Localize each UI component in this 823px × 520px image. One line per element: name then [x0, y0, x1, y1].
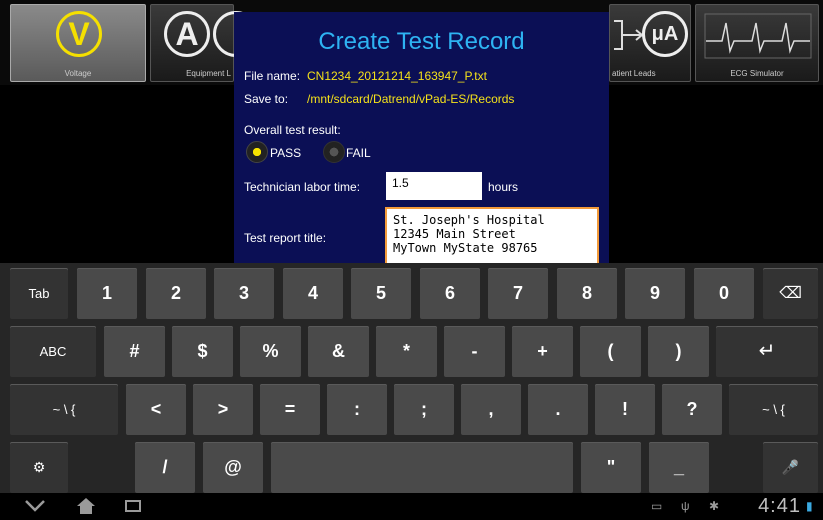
- key-alt-symbols-left[interactable]: ~ \ {: [10, 384, 118, 435]
- key-9[interactable]: 9: [625, 268, 685, 319]
- key-2[interactable]: 2: [146, 268, 206, 319]
- tool-equipment-label: Equipment L: [186, 69, 231, 78]
- key-ampersand[interactable]: &: [308, 326, 369, 377]
- system-nav-bar: ▭ ψ ✱ 4:41 ▮: [0, 493, 823, 520]
- tool-ecg-label: ECG Simulator: [730, 69, 784, 78]
- tool-equipment-leakage[interactable]: A Equipment L: [150, 4, 259, 82]
- labor-time-input[interactable]: 1.5: [386, 172, 482, 200]
- key-semicolon[interactable]: ;: [394, 384, 454, 435]
- key-colon[interactable]: :: [327, 384, 387, 435]
- settings-key-icon[interactable]: ⚙: [10, 442, 68, 493]
- key-space[interactable]: [271, 442, 573, 493]
- labor-time-unit: hours: [488, 180, 519, 194]
- key-minus[interactable]: -: [444, 326, 505, 377]
- key-slash[interactable]: /: [135, 442, 195, 493]
- fail-label: FAIL: [346, 146, 371, 160]
- key-dollar[interactable]: $: [172, 326, 233, 377]
- key-enter[interactable]: ↵: [716, 326, 818, 377]
- key-hash[interactable]: #: [104, 326, 165, 377]
- pass-radio[interactable]: [246, 141, 268, 163]
- current-icon: A: [164, 11, 210, 57]
- key-7[interactable]: 7: [488, 268, 548, 319]
- android-debug-icon: ✱: [709, 499, 720, 513]
- key-5[interactable]: 5: [351, 268, 411, 319]
- onscreen-keyboard: Tab 1 2 3 4 5 6 7 8 9 0 ⌫ ABC # $ % & * …: [0, 263, 823, 493]
- key-exclamation[interactable]: !: [595, 384, 655, 435]
- pass-label: PASS: [270, 146, 302, 160]
- home-icon[interactable]: [76, 497, 96, 515]
- key-1[interactable]: 1: [77, 268, 137, 319]
- key-at[interactable]: @: [203, 442, 263, 493]
- ecg-waveform-icon: [704, 13, 812, 59]
- tool-patient-leads-label: atient Leads: [612, 69, 656, 78]
- key-close-paren[interactable]: ): [648, 326, 709, 377]
- report-title-textarea[interactable]: St. Joseph's Hospital 12345 Main Street …: [385, 207, 599, 263]
- usb-icon: ψ: [681, 499, 690, 513]
- tool-voltage[interactable]: V Voltage: [10, 4, 146, 82]
- voltage-icon: V: [56, 11, 102, 57]
- key-quote[interactable]: ": [581, 442, 641, 493]
- key-3[interactable]: 3: [214, 268, 274, 319]
- key-asterisk[interactable]: *: [376, 326, 437, 377]
- lead-connector-icon: [614, 20, 644, 50]
- key-less-than[interactable]: <: [126, 384, 186, 435]
- microamp-icon: μA: [642, 11, 688, 57]
- key-8[interactable]: 8: [557, 268, 617, 319]
- microphone-key-icon[interactable]: 🎤: [763, 442, 818, 493]
- create-test-record-dialog: Create Test Record File name: CN1234_201…: [234, 12, 609, 263]
- save-to-label: Save to:: [244, 92, 289, 106]
- key-underscore[interactable]: _: [649, 442, 709, 493]
- key-period[interactable]: .: [528, 384, 588, 435]
- key-question[interactable]: ?: [662, 384, 722, 435]
- labor-time-label: Technician labor time:: [244, 180, 361, 194]
- key-greater-than[interactable]: >: [193, 384, 253, 435]
- fail-radio[interactable]: [323, 141, 345, 163]
- battery-icon: ▮: [806, 499, 813, 513]
- clock: 4:41: [758, 495, 801, 517]
- tool-ecg-simulator[interactable]: ECG Simulator: [695, 4, 819, 82]
- recent-apps-icon[interactable]: [125, 500, 141, 512]
- tool-patient-leads[interactable]: μA atient Leads: [609, 4, 691, 82]
- key-0[interactable]: 0: [694, 268, 754, 319]
- key-6[interactable]: 6: [420, 268, 480, 319]
- key-abc[interactable]: ABC: [10, 326, 96, 377]
- key-equals[interactable]: =: [260, 384, 320, 435]
- key-backspace[interactable]: ⌫: [763, 268, 818, 319]
- key-comma[interactable]: ,: [461, 384, 521, 435]
- overall-result-label: Overall test result:: [244, 123, 341, 137]
- dialog-title: Create Test Record: [318, 28, 525, 55]
- key-percent[interactable]: %: [240, 326, 301, 377]
- key-alt-symbols-right[interactable]: ~ \ {: [729, 384, 818, 435]
- key-4[interactable]: 4: [283, 268, 343, 319]
- keyboard-status-icon: ▭: [651, 499, 663, 513]
- file-name-value: CN1234_20121214_163947_P.txt: [307, 69, 487, 83]
- tool-voltage-label: Voltage: [64, 69, 92, 78]
- save-to-value: /mnt/sdcard/Datrend/vPad-ES/Records: [307, 92, 515, 106]
- report-title-label: Test report title:: [244, 231, 327, 245]
- key-tab[interactable]: Tab: [10, 268, 68, 319]
- key-plus[interactable]: +: [512, 326, 573, 377]
- file-name-label: File name:: [244, 69, 301, 83]
- back-chevron-icon[interactable]: [24, 499, 46, 513]
- key-open-paren[interactable]: (: [580, 326, 641, 377]
